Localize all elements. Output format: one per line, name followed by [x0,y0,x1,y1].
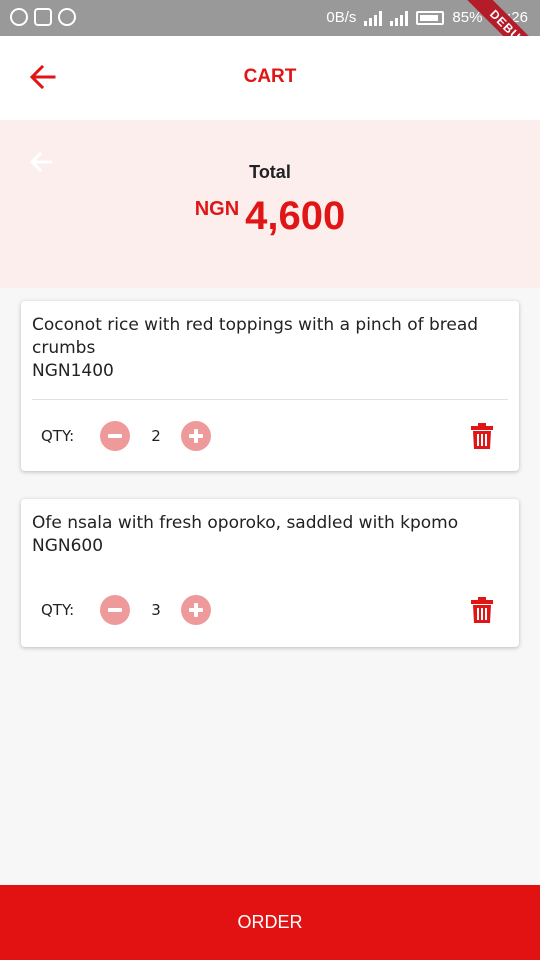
record-icon [58,8,76,26]
divider [32,399,508,400]
increase-qty-button[interactable] [181,421,211,451]
trash-icon[interactable] [471,597,493,623]
qty-value: 2 [151,427,161,445]
app-bar: CART [0,36,540,120]
total-currency: NGN [194,198,240,220]
qty-label: QTY: [41,601,75,619]
total-value: 4,600 [245,194,346,238]
notification-icons [10,8,76,26]
cart-item: Coconot rice with red toppings with a pi… [21,301,519,471]
net-speed: 0B/s [326,9,357,26]
status-bar: 0B/s 85% 23:26 DEBUG [0,0,540,82]
battery-icon [416,10,445,25]
total-amount: NGN 4,600 [0,194,540,239]
total-label: Total [249,162,291,182]
item-price: NGN1400 [32,361,114,381]
qty-row: QTY: 2 [41,419,499,453]
increase-qty-button[interactable] [181,595,211,625]
total-panel: Total NGN 4,600 [0,120,540,288]
cart-item: Ofe nsala with fresh oporoko, saddled wi… [21,499,519,647]
qty-row: QTY: 3 [41,593,499,627]
gallery-icon [34,8,52,26]
whatsapp-icon [10,8,28,26]
item-name: Ofe nsala with fresh oporoko, saddled wi… [32,513,459,533]
page-title: CART [243,66,297,87]
order-button[interactable]: ORDER [0,885,540,960]
item-name: Coconot rice with red toppings with a pi… [32,315,479,358]
signal-icon-2 [390,10,409,26]
signal-icon [364,10,383,26]
decrease-qty-button[interactable] [100,421,130,451]
trash-icon[interactable] [471,423,493,449]
item-price: NGN600 [32,536,104,556]
qty-value: 3 [151,601,161,619]
qty-label: QTY: [41,427,75,445]
decrease-qty-button[interactable] [100,595,130,625]
